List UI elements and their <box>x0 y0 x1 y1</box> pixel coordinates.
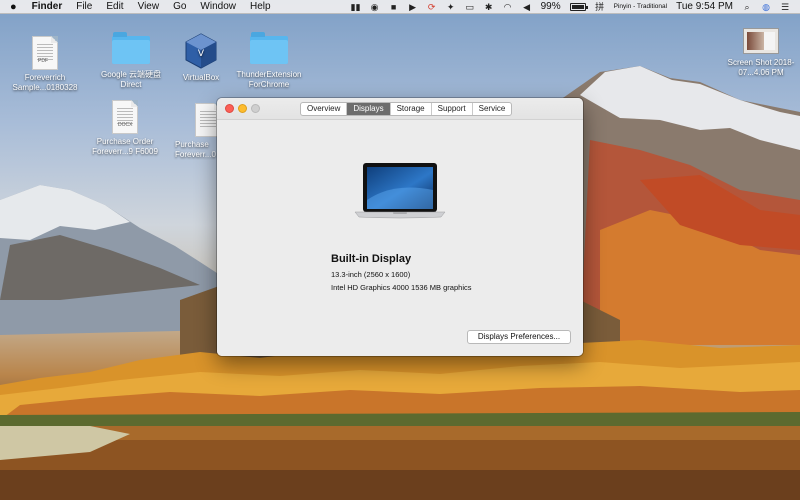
screen-recorder-icon[interactable]: ■ <box>389 2 399 12</box>
input-source-label[interactable]: Pinyin - Traditional <box>614 0 667 14</box>
tab-storage[interactable]: Storage <box>389 103 431 115</box>
menu-window[interactable]: Window <box>193 0 243 14</box>
desktop-icon-label: Screen Shot 2018-07...4.06 PM <box>727 58 795 77</box>
tab-displays[interactable]: Displays <box>346 103 390 115</box>
user-avatar-icon[interactable]: ◍ <box>761 2 771 12</box>
displays-preferences-button[interactable]: Displays Preferences... <box>467 330 571 344</box>
menu-go[interactable]: Go <box>166 0 193 14</box>
about-this-mac-window: Overview Displays Storage Support Servic… <box>217 98 583 356</box>
desktop-icon-purchase[interactable]: Purchase Foreverr...0 <box>165 103 217 160</box>
desktop-icon-pdf[interactable]: PDF Foreverrich Sample...0180328 <box>0 36 90 93</box>
wifi-icon[interactable]: ◠ <box>503 2 513 12</box>
video-icon[interactable]: ▶ <box>408 2 418 12</box>
battery-percent[interactable]: 99% <box>541 0 561 14</box>
desktop-icon-screenshot[interactable]: Screen Shot 2018-07...4.06 PM <box>716 28 800 78</box>
desktop-icon-purchase-order[interactable]: DOCX Purchase Order Foreverr...9 F6009 <box>80 100 170 157</box>
tab-bar: Overview Displays Storage Support Servic… <box>300 102 513 116</box>
displays-panel: Built-in Display 13.3-inch (2560 x 1600)… <box>217 120 583 356</box>
zoom-button[interactable] <box>251 104 260 113</box>
input-source-icon[interactable]: 拼 <box>595 2 605 12</box>
graphics-info: Intel HD Graphics 4000 1536 MB graphics <box>331 283 472 292</box>
folder-icon <box>250 32 288 64</box>
document-icon <box>195 103 217 137</box>
notification-center-icon[interactable]: ☰ <box>780 2 790 12</box>
tab-overview[interactable]: Overview <box>301 103 346 115</box>
sync-icon[interactable]: ⟳ <box>427 2 437 12</box>
desktop-icon-label: Purchase Foreverr...0 <box>175 140 216 159</box>
minimize-button[interactable] <box>238 104 247 113</box>
tab-service[interactable]: Service <box>471 103 512 115</box>
desktop-icon-label: Foreverrich Sample...0180328 <box>12 73 78 92</box>
clock[interactable]: Tue 9:54 PM <box>676 0 733 14</box>
desktop-icon-label: ThunderExtension ForChrome <box>236 70 302 89</box>
menu-view[interactable]: View <box>131 0 167 14</box>
app-menu-finder[interactable]: Finder <box>25 0 70 14</box>
bluetooth-icon[interactable]: ✱ <box>484 2 494 12</box>
window-titlebar[interactable]: Overview Displays Storage Support Servic… <box>217 98 583 120</box>
folder-icon <box>112 32 150 64</box>
spotlight-search-icon[interactable]: ⌕ <box>742 2 752 12</box>
menu-help[interactable]: Help <box>243 0 278 14</box>
macbook-display-icon <box>354 163 446 219</box>
pdf-document-icon: PDF <box>32 36 58 70</box>
virtualbox-icon: V <box>185 33 217 69</box>
close-button[interactable] <box>225 104 234 113</box>
battery-icon[interactable] <box>569 3 588 11</box>
desktop-icon-thunder-extension[interactable]: ThunderExtension ForChrome <box>224 30 314 90</box>
bird-icon[interactable]: ✦ <box>446 2 456 12</box>
status-area: ▮▮ ◉ ■ ▶ ⟳ ✦ ▭ ✱ ◠ ◀ 99% 拼 Pinyin - Trad… <box>351 0 800 14</box>
volume-icon[interactable]: ◀ <box>522 2 532 12</box>
screenshot-thumbnail-icon <box>743 28 779 54</box>
tab-support[interactable]: Support <box>430 103 472 115</box>
desktop-icon-label: Purchase Order Foreverr...9 F6009 <box>92 137 158 156</box>
display-name: Built-in Display <box>331 253 412 265</box>
menu-edit[interactable]: Edit <box>99 0 130 14</box>
onedrive-icon[interactable]: ▮▮ <box>351 2 361 12</box>
apple-menu-icon[interactable]: ● <box>0 0 25 14</box>
menu-bar: ● Finder File Edit View Go Window Help ▮… <box>0 0 800 14</box>
menu-file[interactable]: File <box>69 0 99 14</box>
battery-fill <box>571 5 584 9</box>
display-size: 13.3-inch (2560 x 1600) <box>331 270 411 279</box>
svg-text:V: V <box>198 49 205 59</box>
docx-document-icon: DOCX <box>112 100 138 134</box>
screen-share-icon[interactable]: ▭ <box>465 2 475 12</box>
shield-icon[interactable]: ◉ <box>370 2 380 12</box>
